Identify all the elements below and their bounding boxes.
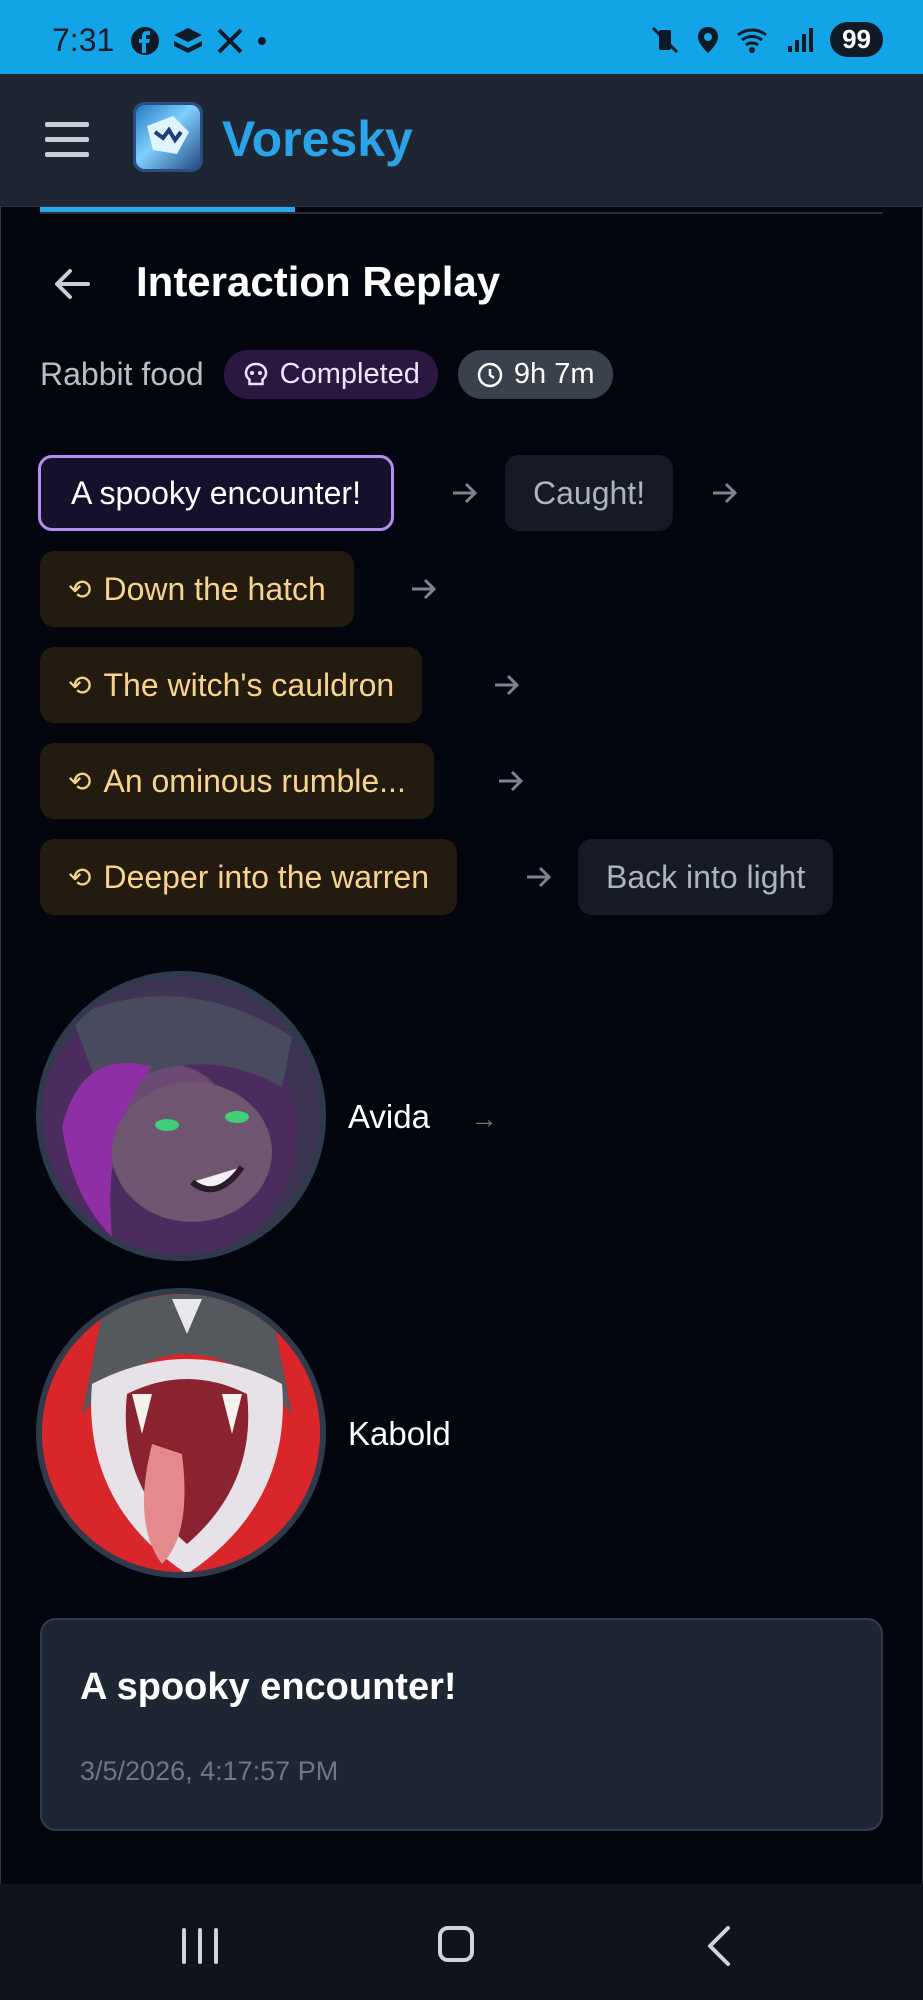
character-name[interactable]: Kabold (348, 1415, 451, 1453)
tab-track (40, 212, 883, 214)
duration-label: 9h 7m (513, 358, 595, 390)
dot-icon (258, 37, 266, 45)
character-arrow: → (470, 1103, 498, 1134)
status-time: 7:31 (52, 22, 115, 58)
x-icon (217, 28, 243, 54)
facebook-icon (131, 27, 159, 55)
flow-step-branch[interactable]: ⟲ An ominous rumble... (40, 743, 434, 819)
undo-icon: ⟲ (68, 765, 92, 797)
interaction-meta: Rabbit food Completed 9h 7m (40, 350, 613, 399)
notification-icons (130, 26, 268, 56)
recents-icon[interactable] (182, 1928, 218, 1964)
undo-icon: ⟲ (68, 573, 92, 605)
arrow-left-icon[interactable] (50, 262, 94, 306)
flow-step-current[interactable]: A spooky encounter! (38, 455, 394, 531)
system-nav-bar (0, 1884, 923, 2000)
avatar-kabold[interactable] (36, 1288, 326, 1578)
status-badge: Completed (223, 350, 438, 399)
character-name[interactable]: Avida (348, 1098, 430, 1136)
flow-step-label: Down the hatch (103, 570, 326, 607)
flow-step-label: The witch's cauldron (103, 666, 395, 703)
arrow-right-icon (499, 770, 524, 792)
brand-name[interactable]: Voresky (222, 110, 413, 168)
app-header: Voresky (0, 74, 923, 207)
flow-step-label: Back into light (606, 858, 806, 895)
location-icon (698, 26, 719, 53)
interaction-subject: Rabbit food (40, 356, 204, 392)
status-bar: 7:31 99 (0, 0, 923, 74)
flow-step-label: Caught! (533, 474, 646, 511)
event-timestamp: 3/5/2026, 4:17:57 PM (80, 1756, 339, 1786)
arrow-right-icon (713, 482, 738, 504)
flow-step-label: Deeper into the warren (103, 858, 429, 895)
flow-step-branch[interactable]: ⟲ Down the hatch (40, 551, 354, 627)
duration-badge: 9h 7m (457, 350, 613, 399)
voresky-logo[interactable] (133, 102, 203, 172)
battery-indicator: 99 (830, 22, 883, 57)
skull-icon (244, 362, 267, 385)
arrow-right-icon (495, 674, 520, 696)
layers-icon (174, 28, 202, 53)
flow-step-label: A spooky encounter! (71, 474, 361, 511)
page-title: Interaction Replay (136, 258, 501, 305)
signal-icon (788, 27, 814, 52)
wifi-6-icon (737, 27, 768, 53)
back-icon[interactable] (700, 1924, 740, 1968)
flow-step-branch[interactable]: ⟲ Deeper into the warren (40, 839, 457, 915)
arrow-right-icon (453, 482, 478, 504)
mute-vibrate-icon (652, 26, 679, 53)
hamburger-icon[interactable] (45, 122, 89, 158)
status-label: Completed (279, 358, 420, 390)
clock-icon (477, 362, 503, 387)
avatar-avida[interactable] (36, 971, 326, 1261)
arrow-right-icon (412, 578, 437, 600)
system-icons: 99 (650, 22, 883, 57)
event-title: A spooky encounter! (80, 1666, 457, 1708)
arrow-right-icon (527, 866, 552, 888)
undo-icon: ⟲ (68, 669, 92, 701)
tab-active-indicator (40, 207, 295, 212)
flow-step[interactable]: Caught! (505, 455, 674, 531)
undo-icon: ⟲ (68, 861, 92, 893)
event-detail-card: A spooky encounter! 3/5/2026, 4:17:57 PM (40, 1618, 883, 1831)
flow-step-label: An ominous rumble... (103, 762, 406, 799)
flow-step-branch[interactable]: ⟲ The witch's cauldron (40, 647, 423, 723)
home-icon[interactable] (438, 1926, 474, 1962)
flow-step[interactable]: Back into light (578, 839, 834, 915)
